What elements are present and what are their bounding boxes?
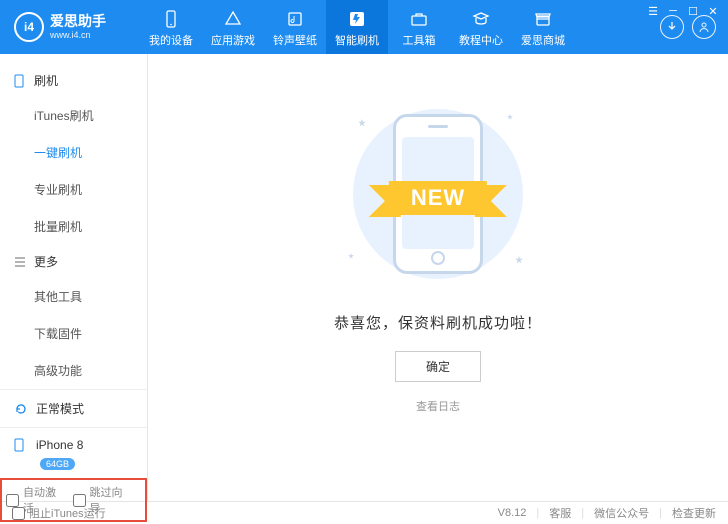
nav-label: 智能刷机 [335,32,379,48]
device-row[interactable]: iPhone 8 64GB [0,427,147,478]
logo-title: 爱思助手 [50,14,106,29]
user-icon[interactable] [692,15,716,39]
success-message: 恭喜您，保资料刷机成功啦！ [334,312,542,333]
nav-music[interactable]: 铃声壁纸 [264,0,326,54]
nav-label: 工具箱 [403,32,436,48]
nav-tutorial[interactable]: 教程中心 [450,0,512,54]
footer-link-update[interactable]: 检查更新 [672,505,716,521]
nav-label: 应用游戏 [211,32,255,48]
device-icon [161,9,181,29]
nav-apps[interactable]: 应用游戏 [202,0,264,54]
success-illustration: NEW [338,94,538,294]
new-ribbon: NEW [389,181,487,215]
sidebar-item[interactable]: iTunes刷机 [34,97,147,134]
nav-label: 爱思商城 [521,32,565,48]
nav-shop[interactable]: 爱思商城 [512,0,574,54]
phone-icon [14,74,28,88]
sidebar-section-label: 更多 [34,253,58,270]
logo-icon: i4 [14,12,44,42]
version-label: V8.12 [498,507,527,519]
logo-url: www.i4.cn [50,30,106,40]
tutorial-icon [471,9,491,29]
sidebar-section-more[interactable]: 更多 [0,245,147,278]
flash-icon [347,9,367,29]
download-icon[interactable] [660,15,684,39]
sidebar-section-flash[interactable]: 刷机 [0,64,147,97]
phone-icon [14,438,30,452]
sidebar-item[interactable]: 专业刷机 [34,171,147,208]
ok-button[interactable]: 确定 [395,351,481,382]
nav-label: 我的设备 [149,32,193,48]
sidebar-section-label: 刷机 [34,72,58,89]
mode-row[interactable]: 正常模式 [0,389,147,427]
nav-flash[interactable]: 智能刷机 [326,0,388,54]
sidebar-item[interactable]: 批量刷机 [34,208,147,245]
shop-icon [533,9,553,29]
header-right [652,15,728,39]
list-icon [14,257,28,267]
header: ☰ ─ ☐ ✕ i4 爱思助手 www.i4.cn 我的设备应用游戏铃声壁纸智能… [0,0,728,54]
toolbox-icon [409,9,429,29]
block-itunes-checkbox[interactable]: 阻止iTunes运行 [12,505,106,521]
device-name: iPhone 8 [36,438,83,452]
menu-icon[interactable]: ☰ [646,4,660,18]
logo[interactable]: i4 爱思助手 www.i4.cn [0,12,140,42]
nav-label: 教程中心 [459,32,503,48]
footer-link-wechat[interactable]: 微信公众号 [594,505,649,521]
main-content: NEW 恭喜您，保资料刷机成功啦！ 确定 查看日志 [148,54,728,501]
sidebar-item[interactable]: 一键刷机 [34,134,147,171]
nav-toolbox[interactable]: 工具箱 [388,0,450,54]
sidebar-item[interactable]: 高级功能 [34,352,147,389]
sidebar-item[interactable]: 其他工具 [34,278,147,315]
storage-badge: 64GB [40,458,75,470]
music-icon [285,9,305,29]
refresh-icon [14,402,30,416]
footer-link-support[interactable]: 客服 [549,505,571,521]
nav: 我的设备 应用游戏 铃声壁纸 智能刷机 工具箱 教程中心 爱思商城 [140,0,574,54]
sidebar: 刷机 iTunes刷机一键刷机专业刷机批量刷机 更多 其他工具下载固件高级功能 … [0,54,148,501]
sidebar-item[interactable]: 下载固件 [34,315,147,352]
nav-device[interactable]: 我的设备 [140,0,202,54]
nav-label: 铃声壁纸 [273,32,317,48]
apps-icon [223,9,243,29]
mode-label: 正常模式 [36,400,84,417]
view-log-link[interactable]: 查看日志 [416,398,460,414]
